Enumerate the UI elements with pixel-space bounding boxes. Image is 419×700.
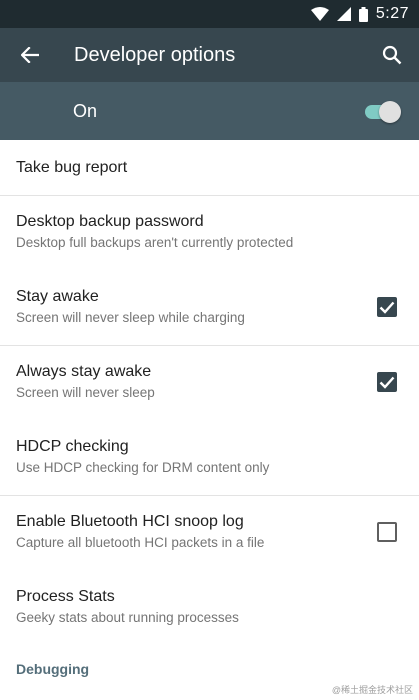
master-switch-label: On <box>73 100 98 121</box>
app-toolbar: Developer options <box>0 28 419 82</box>
pref-title: Always stay awake <box>16 363 152 380</box>
pref-process-stats[interactable]: Process Stats Geeky stats about running … <box>0 571 419 646</box>
pref-title: Desktop backup password <box>16 213 204 230</box>
pref-title: Stay awake <box>16 288 99 305</box>
pref-summary: Geeky stats about running processes <box>16 610 239 625</box>
back-arrow-icon[interactable] <box>2 28 58 82</box>
pref-desktop-backup-password[interactable]: Desktop backup password Desktop full bac… <box>0 196 419 271</box>
master-switch-thumb[interactable] <box>379 101 401 123</box>
bluetooth-hci-checkbox[interactable] <box>377 522 397 542</box>
category-header-debugging: Debugging <box>16 661 90 677</box>
checkmark-icon <box>379 376 395 389</box>
preference-list: Take bug report Desktop backup password … <box>0 140 419 646</box>
pref-title: Take bug report <box>16 158 128 176</box>
search-icon[interactable] <box>377 40 407 70</box>
page-title: Developer options <box>74 43 236 66</box>
pref-title: Process Stats <box>16 588 115 605</box>
status-bar: 5:27 <box>0 0 419 28</box>
pref-summary: Use HDCP checking for DRM content only <box>16 460 270 475</box>
pref-summary: Screen will never sleep while charging <box>16 310 245 325</box>
status-time: 5:27 <box>375 5 409 22</box>
always-stay-awake-checkbox[interactable] <box>377 372 397 392</box>
pref-title: HDCP checking <box>16 438 129 455</box>
pref-summary: Screen will never sleep <box>16 385 155 400</box>
pref-hdcp-checking[interactable]: HDCP checking Use HDCP checking for DRM … <box>0 421 419 496</box>
checkmark-icon <box>379 301 395 314</box>
stay-awake-checkbox[interactable] <box>377 297 397 317</box>
signal-icon <box>336 7 351 21</box>
watermark: @稀土掘金技术社区 <box>331 685 413 695</box>
wifi-icon <box>310 7 329 21</box>
pref-stay-awake[interactable]: Stay awake Screen will never sleep while… <box>0 271 419 346</box>
pref-take-bug-report[interactable]: Take bug report <box>0 140 419 196</box>
pref-summary: Desktop full backups aren't currently pr… <box>16 235 294 250</box>
pref-always-stay-awake[interactable]: Always stay awake Screen will never slee… <box>0 346 419 421</box>
pref-bluetooth-hci-snoop-log[interactable]: Enable Bluetooth HCI snoop log Capture a… <box>0 496 419 571</box>
pref-title: Enable Bluetooth HCI snoop log <box>16 513 244 530</box>
pref-summary: Capture all bluetooth HCI packets in a f… <box>16 535 265 550</box>
master-switch-bar[interactable]: On <box>0 82 419 140</box>
battery-icon <box>358 6 368 22</box>
